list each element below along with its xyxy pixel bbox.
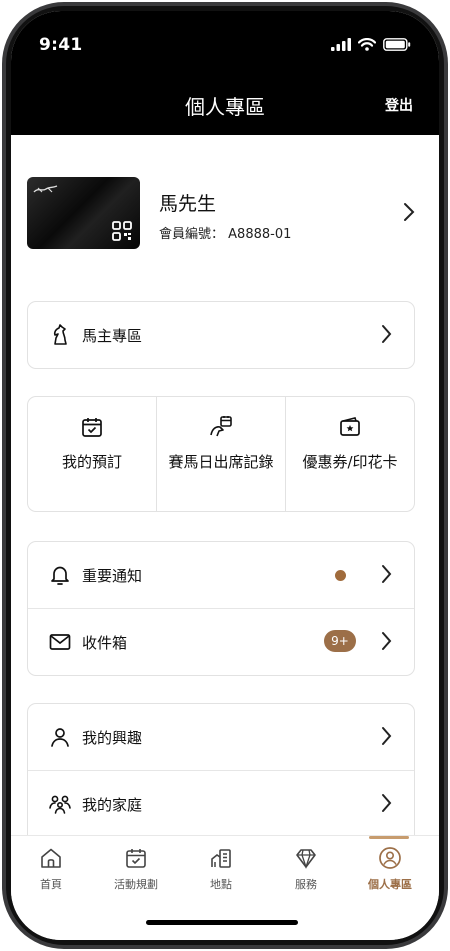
notifications-row[interactable]: 重要通知 — [28, 542, 414, 608]
tab-label: 活動規劃 — [114, 878, 158, 891]
tab-activity-planning[interactable]: 活動規劃 — [93, 846, 179, 892]
messages-card: 重要通知 收件箱 9+ — [27, 541, 415, 676]
diamond-icon — [296, 849, 316, 870]
wifi-icon — [358, 38, 376, 51]
building-icon — [211, 849, 231, 868]
tab-label: 地點 — [210, 878, 232, 891]
bell-icon — [51, 566, 69, 585]
chevron-right-icon — [382, 632, 392, 650]
unread-count-badge: 9+ — [324, 630, 356, 652]
unread-dot — [335, 570, 346, 581]
tab-services[interactable]: 服務 — [263, 846, 349, 892]
tab-locations[interactable]: 地點 — [178, 846, 264, 892]
chevron-right-icon — [404, 203, 415, 221]
tab-profile[interactable]: 個人專區 — [347, 846, 433, 892]
notifications-label: 重要通知 — [82, 567, 143, 585]
envelope-icon — [49, 634, 71, 650]
tab-home[interactable]: 首頁 — [11, 846, 94, 892]
status-time: 9:41 — [39, 35, 83, 55]
tile-label: 賽馬日出席記錄 — [168, 453, 274, 471]
owner-section-label: 馬主專區 — [82, 327, 143, 345]
member-card[interactable] — [27, 177, 140, 249]
horse-chess-icon — [53, 324, 67, 345]
person-icon — [51, 728, 69, 747]
status-icons — [331, 38, 411, 51]
interests-label: 我的興趣 — [82, 729, 143, 747]
page-title: 個人專區 — [185, 95, 265, 119]
phone-device: 9:41 個人專區 登出 馬先生 會員編號： A8888-01 馬主專區 我的預… — [0, 0, 450, 951]
tab-label: 首頁 — [40, 878, 62, 891]
owner-section-row[interactable]: 馬主專區 — [28, 302, 414, 368]
home-icon — [41, 848, 61, 868]
top-bar: 9:41 個人專區 登出 — [11, 11, 439, 135]
tile-coupons[interactable]: 優惠券/印花卡 — [285, 397, 414, 511]
chevron-right-icon — [382, 565, 392, 583]
profile-row[interactable]: 馬先生 會員編號： A8888-01 — [27, 177, 415, 249]
tab-label: 個人專區 — [368, 878, 412, 891]
chevron-right-icon — [382, 727, 392, 745]
member-number-value: A8888-01 — [228, 227, 292, 242]
horse-logo-icon — [33, 185, 58, 193]
family-label: 我的家庭 — [82, 796, 143, 814]
member-number-label: 會員編號： — [159, 227, 225, 242]
profile-icon — [379, 847, 401, 869]
calendar-icon — [126, 849, 146, 868]
screen: 9:41 個人專區 登出 馬先生 會員編號： A8888-01 馬主專區 我的預… — [11, 11, 439, 940]
qr-code-icon — [112, 221, 132, 241]
home-indicator — [146, 920, 298, 925]
active-tab-indicator — [369, 836, 409, 839]
signal-icon — [331, 38, 351, 51]
battery-icon — [383, 38, 411, 51]
chevron-right-icon — [382, 325, 392, 343]
profile-name: 馬先生 — [159, 193, 217, 215]
coupon-icon — [340, 417, 360, 436]
inbox-label: 收件箱 — [82, 634, 128, 652]
tile-label: 優惠券/印花卡 — [302, 453, 398, 471]
calendar-check-icon — [82, 418, 102, 437]
main-content: 馬先生 會員編號： A8888-01 馬主專區 我的預訂 賽馬日出席記錄 優惠券… — [11, 135, 439, 864]
quick-tiles: 我的預訂 賽馬日出席記錄 優惠券/印花卡 — [27, 396, 415, 512]
chevron-right-icon — [382, 794, 392, 812]
interests-row[interactable]: 我的興趣 — [28, 704, 414, 770]
tile-label: 我的預訂 — [61, 453, 122, 471]
family-row[interactable]: 我的家庭 — [28, 771, 414, 837]
horse-calendar-icon — [210, 416, 232, 437]
tab-label: 服務 — [295, 878, 317, 891]
member-number: 會員編號： A8888-01 — [159, 223, 291, 242]
inbox-row[interactable]: 收件箱 9+ — [28, 609, 414, 675]
tile-raceday-attendance[interactable]: 賽馬日出席記錄 — [156, 397, 285, 511]
family-icon — [49, 795, 71, 814]
tile-my-bookings[interactable]: 我的預訂 — [28, 397, 156, 511]
logout-button[interactable]: 登出 — [385, 95, 413, 115]
owner-section-card: 馬主專區 — [27, 301, 415, 369]
